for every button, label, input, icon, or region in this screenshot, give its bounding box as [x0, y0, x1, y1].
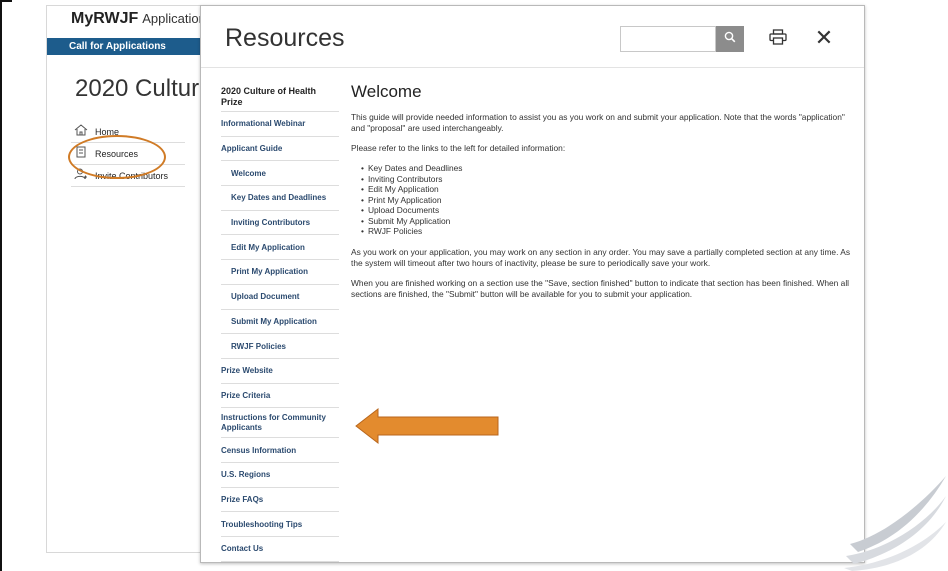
search-icon: [724, 30, 736, 48]
sidebar-item-us-regions[interactable]: U.S. Regions: [221, 463, 339, 488]
finish-paragraph: When you are finished working on a secti…: [351, 277, 850, 299]
modal-title: Resources: [225, 24, 345, 52]
sidebar-item-welcome[interactable]: Welcome: [221, 161, 339, 187]
printer-icon: [769, 28, 787, 50]
sidebar-item-print-my-application[interactable]: Print My Application: [221, 260, 339, 285]
brand-logo[interactable]: MyRWJF: [71, 10, 138, 27]
slide-border: [0, 0, 2, 571]
sidebar-heading: 2020 Culture of Health Prize: [221, 84, 339, 112]
logo-swoosh-icon: [844, 476, 946, 571]
sidebar-item-upload-document[interactable]: Upload Document: [221, 285, 339, 310]
sidebar-item-contact-us[interactable]: Contact Us: [221, 537, 339, 562]
sidebar-item-informational-webinar[interactable]: Informational Webinar: [221, 112, 339, 137]
brand-subtitle: Application: [142, 11, 206, 26]
sidebar-item-census-information[interactable]: Census Information: [221, 438, 339, 463]
sidebar-item-submit-my-application[interactable]: Submit My Application: [221, 310, 339, 335]
topic-list: Key Dates and Deadlines Inviting Contrib…: [361, 163, 851, 237]
modal-header: Resources ✕: [201, 6, 864, 68]
list-item: Upload Documents: [361, 205, 851, 216]
content-heading: Welcome: [351, 82, 422, 101]
search-input[interactable]: [620, 26, 716, 52]
refer-paragraph: Please refer to the links to the left fo…: [351, 143, 566, 153]
sidebar-heading-line: Prize: [221, 97, 243, 107]
guide-content: Welcome This guide will provide needed i…: [351, 82, 851, 309]
modal-body: 2020 Culture of Health Prize Information…: [201, 68, 864, 562]
sidebar-item-prize-website[interactable]: Prize Website: [221, 359, 339, 384]
highlight-ellipse: [68, 135, 166, 179]
intro-paragraph: This guide will provide needed informati…: [351, 112, 845, 133]
list-item: Edit My Application: [361, 184, 851, 195]
sidebar-item-prize-criteria[interactable]: Prize Criteria: [221, 384, 339, 409]
sidebar-item-applicant-guide[interactable]: Applicant Guide: [221, 137, 339, 162]
list-item: Submit My Application: [361, 216, 851, 227]
sidebar-item-prize-faqs[interactable]: Prize FAQs: [221, 488, 339, 513]
sidebar-item-troubleshooting-tips[interactable]: Troubleshooting Tips: [221, 512, 339, 537]
sidebar-item-edit-my-application[interactable]: Edit My Application: [221, 235, 339, 261]
resources-modal: Resources ✕ 2020 Culture of Health Prize…: [200, 5, 865, 563]
print-button[interactable]: [767, 28, 789, 50]
resources-sidebar: 2020 Culture of Health Prize Information…: [221, 84, 339, 562]
sidebar-item-key-dates[interactable]: Key Dates and Deadlines: [221, 186, 339, 211]
list-item: RWJF Policies: [361, 226, 851, 237]
sidebar-item-rwjf-policies[interactable]: RWJF Policies: [221, 334, 339, 359]
list-item: Inviting Contributors: [361, 174, 851, 185]
work-paragraph: As you work on your application, you may…: [351, 246, 851, 268]
home-icon: [71, 124, 91, 139]
list-item: Key Dates and Deadlines: [361, 163, 851, 174]
close-button[interactable]: ✕: [813, 26, 835, 50]
sidebar-item-inviting-contributors[interactable]: Inviting Contributors: [221, 211, 339, 236]
slide-border-top: [0, 0, 12, 2]
sidebar-heading-line: 2020 Culture of Health: [221, 86, 317, 96]
search-button[interactable]: [716, 26, 744, 52]
list-item: Print My Application: [361, 195, 851, 206]
sidebar-item-community-instructions[interactable]: Instructions for Community Applicants: [221, 408, 339, 439]
annotation-arrow: [355, 407, 499, 445]
